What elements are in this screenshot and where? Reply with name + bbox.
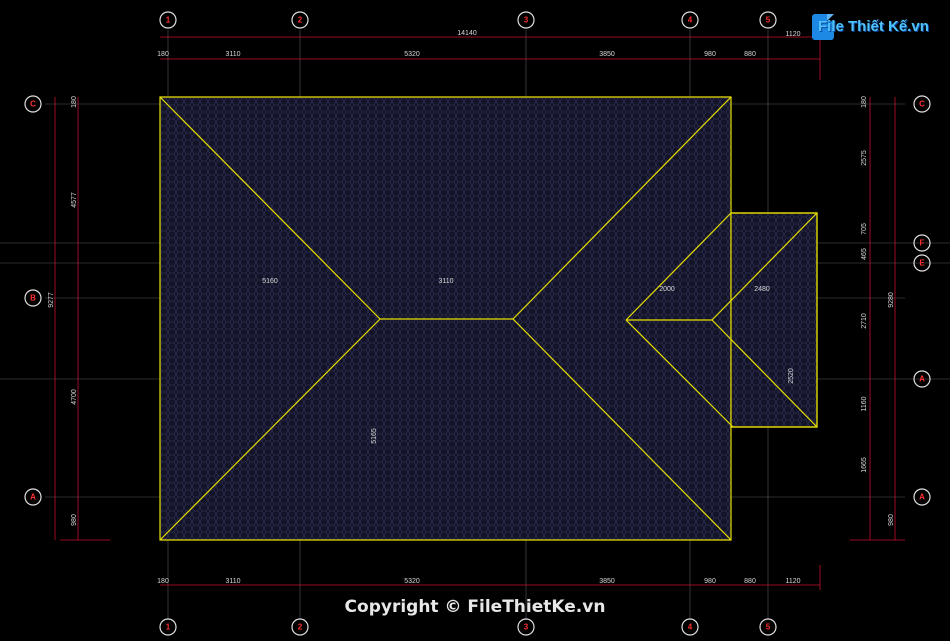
dim-top-0: 180 — [157, 51, 169, 58]
axis-label-5-top: 5 — [766, 16, 771, 25]
dim-interior-2480: 2480 — [754, 286, 770, 293]
logo-text: File Thiết Kế.vn — [818, 18, 929, 35]
dim-right-6: 1665 — [861, 457, 868, 473]
axis-label-c-right: C — [919, 100, 925, 109]
axis-label-4-bottom: 4 — [688, 623, 693, 632]
dim-top-total: 14140 — [457, 30, 477, 37]
dim-top-6: 1120 — [785, 31, 800, 38]
dim-bottom-2: 5320 — [404, 578, 420, 585]
dim-bottom-4: 980 — [704, 578, 716, 585]
axis-label-a2-right: A — [919, 375, 925, 384]
axis-label-3-top: 3 — [524, 16, 529, 25]
dim-interior-5165: 5165 — [371, 428, 378, 444]
site-logo: File Thiết Kế.vn — [812, 14, 929, 42]
roof-plan-drawing: 1 2 3 4 5 1 2 3 4 5 C B A C F E A A 1414… — [0, 11, 950, 636]
dim-bottom-3: 3850 — [599, 578, 615, 585]
dim-interior-3110: 3110 — [438, 278, 453, 285]
axis-label-1-top: 1 — [166, 16, 171, 25]
dim-right-0: 180 — [861, 96, 868, 108]
wing-roof — [730, 212, 818, 428]
dim-bottom-5: 880 — [744, 578, 756, 585]
dim-interior-2000: 2000 — [659, 286, 675, 293]
dim-right-4: 2710 — [861, 313, 868, 329]
dim-top-1: 3110 — [225, 51, 240, 58]
axis-label-1-bottom: 1 — [166, 623, 171, 632]
axis-label-4-top: 4 — [688, 16, 693, 25]
axis-label-2-bottom: 2 — [298, 623, 303, 632]
axis-label-a-left: A — [30, 493, 36, 502]
axis-label-b-left: B — [30, 294, 36, 303]
dim-bottom-1: 3110 — [225, 578, 240, 585]
dim-interior-2520: 2520 — [788, 368, 795, 384]
dim-right-5: 1160 — [861, 396, 868, 411]
dim-left-1: 4577 — [71, 192, 78, 208]
dim-right-total: 9280 — [888, 292, 895, 308]
axis-label-5-bottom: 5 — [766, 623, 771, 632]
copyright-watermark: Copyright © FileThietKe.vn — [344, 597, 606, 617]
dim-right-1: 2575 — [861, 150, 868, 166]
axis-label-a-right: A — [919, 493, 925, 502]
dim-interior-5160: 5160 — [262, 278, 278, 285]
dim-right-2: 705 — [861, 223, 868, 235]
dim-top-4: 980 — [704, 51, 716, 58]
axis-label-3-bottom: 3 — [524, 623, 529, 632]
axis-label-2-top: 2 — [298, 16, 303, 25]
dim-right-7: 980 — [888, 514, 895, 526]
dim-left-3: 980 — [71, 514, 78, 526]
dim-left-2: 4700 — [71, 389, 78, 405]
axis-label-c-left: C — [30, 100, 36, 109]
axis-label-f-right: F — [920, 239, 925, 248]
axis-label-e-right: E — [919, 259, 925, 268]
dim-right-3: 465 — [861, 248, 868, 260]
dim-bottom-6: 1120 — [785, 578, 800, 585]
dim-bottom-0: 180 — [157, 578, 169, 585]
dim-left-0: 180 — [71, 96, 78, 108]
dim-left-total: 9277 — [48, 292, 55, 308]
roof-plan — [159, 96, 818, 541]
dim-top-3: 3850 — [599, 51, 615, 58]
dim-top-5: 880 — [744, 51, 756, 58]
dim-top-2: 5320 — [404, 51, 420, 58]
